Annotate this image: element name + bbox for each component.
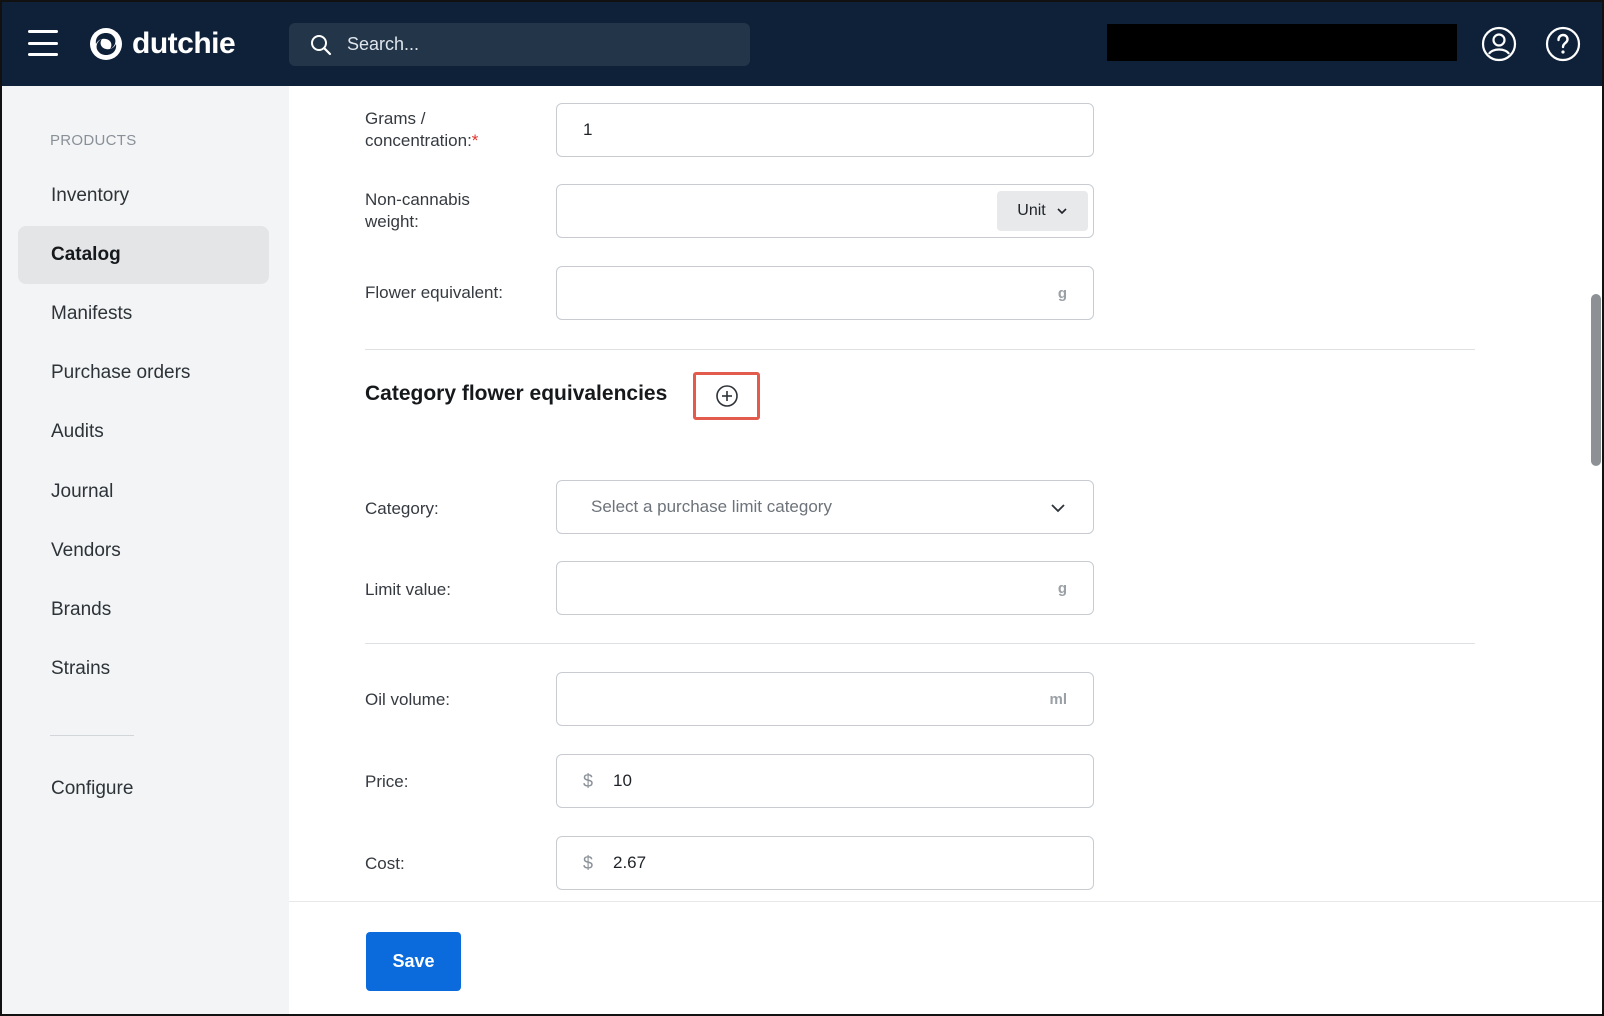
- cost-currency: $: [583, 852, 594, 873]
- flower-equivalent-field[interactable]: g: [556, 266, 1094, 320]
- chevron-down-icon: [1051, 504, 1065, 513]
- sidebar-item-brands[interactable]: Brands: [18, 581, 269, 639]
- form-footer: Save: [289, 901, 1602, 1014]
- limit-value-suffix: g: [1057, 579, 1067, 597]
- sidebar-item-strains[interactable]: Strains: [18, 640, 269, 698]
- oil-volume-suffix: ml: [1049, 690, 1067, 708]
- limit-value-field[interactable]: g: [556, 561, 1094, 615]
- non-cannabis-weight-field[interactable]: Unit: [556, 184, 1094, 238]
- price-value: 10: [613, 771, 632, 790]
- unit-dropdown[interactable]: Unit: [997, 191, 1088, 231]
- add-category-equivalency-button[interactable]: [693, 372, 760, 420]
- sidebar-item-audits[interactable]: Audits: [18, 403, 269, 461]
- sidebar-divider: [50, 735, 134, 736]
- search-bar[interactable]: [289, 23, 750, 66]
- category-equivalencies-title: Category flower equivalencies: [365, 382, 668, 405]
- search-input[interactable]: [347, 23, 737, 66]
- user-account-icon[interactable]: [1481, 26, 1517, 62]
- cost-label: Cost:: [365, 854, 405, 873]
- save-button[interactable]: Save: [366, 932, 461, 991]
- sidebar-item-manifests[interactable]: Manifests: [18, 285, 269, 343]
- scrollbar-thumb[interactable]: [1591, 294, 1601, 466]
- price-label: Price:: [365, 772, 409, 791]
- sidebar-item-vendors[interactable]: Vendors: [18, 522, 269, 580]
- product-form: Grams / concentration:* 1 Non-cannabis w…: [289, 86, 1589, 901]
- non-cannabis-label: Non-cannabis weight:: [365, 189, 470, 233]
- grams-field[interactable]: 1: [556, 103, 1094, 157]
- unit-dropdown-label: Unit: [1017, 202, 1046, 219]
- brand-name: dutchie: [132, 27, 236, 60]
- category-label: Category:: [365, 499, 439, 518]
- top-bar: dutchie: [2, 2, 1602, 86]
- grams-label: Grams / concentration:*: [365, 108, 478, 152]
- oil-volume-field[interactable]: ml: [556, 672, 1094, 726]
- redacted-block: [1107, 24, 1457, 61]
- sidebar-item-inventory[interactable]: Inventory: [18, 167, 269, 225]
- app-window: dutchie PRODUCTS Inventory Catalog Manif…: [0, 0, 1604, 1016]
- scrollbar-track[interactable]: [1589, 86, 1602, 901]
- search-icon: [311, 35, 332, 56]
- section-divider: [365, 643, 1475, 644]
- sidebar: PRODUCTS Inventory Catalog Manifests Pur…: [2, 86, 289, 1014]
- category-placeholder: Select a purchase limit category: [591, 497, 832, 516]
- section-divider: [365, 349, 1475, 350]
- oil-volume-label: Oil volume:: [365, 690, 451, 709]
- non-cannabis-label-line1: Non-cannabis: [365, 190, 470, 209]
- price-currency: $: [583, 770, 594, 791]
- price-field[interactable]: $ 10: [556, 754, 1094, 808]
- sidebar-item-configure[interactable]: Configure: [18, 760, 269, 818]
- help-icon[interactable]: [1545, 26, 1581, 62]
- flower-equivalent-label: Flower equivalent:: [365, 283, 503, 302]
- cost-field[interactable]: $ 2.67: [556, 836, 1094, 890]
- plus-circle-icon: [715, 385, 738, 407]
- sidebar-item-catalog[interactable]: Catalog: [18, 226, 269, 284]
- grams-label-line1: Grams /: [365, 109, 426, 128]
- sidebar-section-title: PRODUCTS: [50, 132, 137, 149]
- non-cannabis-label-line2: weight:: [365, 212, 419, 231]
- brand-logo[interactable]: dutchie: [88, 24, 236, 64]
- required-marker: *: [471, 131, 479, 150]
- flower-equivalent-suffix: g: [1057, 284, 1067, 302]
- grams-label-line2: concentration:: [365, 131, 472, 150]
- category-select[interactable]: Select a purchase limit category: [556, 480, 1094, 534]
- sidebar-item-purchase-orders[interactable]: Purchase orders: [18, 344, 269, 402]
- dutchie-logo-icon: [90, 28, 122, 60]
- chevron-down-icon: [1057, 208, 1067, 215]
- sidebar-item-journal[interactable]: Journal: [18, 463, 269, 521]
- grams-value: 1: [583, 120, 593, 139]
- menu-icon[interactable]: [28, 30, 58, 56]
- cost-value: 2.67: [613, 853, 647, 872]
- limit-value-label: Limit value:: [365, 580, 451, 599]
